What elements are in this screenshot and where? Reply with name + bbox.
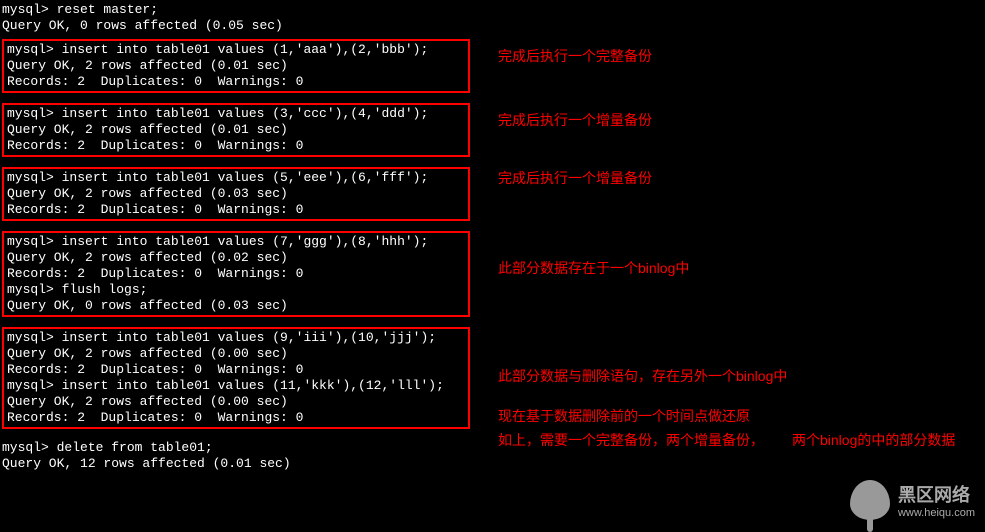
terminal-line: Query OK, 2 rows affected (0.01 sec) — [7, 122, 465, 138]
annotation-7a: 如上，需要一个完整备份，两个增量备份， — [498, 430, 764, 450]
terminal-line: Records: 2 Duplicates: 0 Warnings: 0 — [7, 138, 465, 154]
terminal-line: Query OK, 2 rows affected (0.02 sec) — [7, 250, 465, 266]
terminal-line: mysql> reset master; — [2, 2, 983, 18]
watermark-url: www.heiqu.com — [898, 507, 975, 519]
terminal-line: Query OK, 12 rows affected (0.01 sec) — [2, 456, 983, 472]
terminal-line: mysql> insert into table01 values (3,'cc… — [7, 106, 465, 122]
highlight-box-4: mysql> insert into table01 values (7,'gg… — [2, 231, 470, 317]
annotation-2: 完成后执行一个增量备份 — [498, 110, 652, 130]
annotation-5: 此部分数据与删除语句，存在另外一个binlog中 — [498, 366, 787, 386]
watermark-title: 黑区网络 — [898, 481, 975, 507]
terminal-line: mysql> flush logs; — [7, 282, 465, 298]
highlight-box-3: mysql> insert into table01 values (5,'ee… — [2, 167, 470, 221]
terminal-line: mysql> insert into table01 values (11,'k… — [7, 378, 465, 394]
annotation-7b: 两个binlog的中的部分数据 — [792, 430, 955, 450]
terminal-line: Query OK, 2 rows affected (0.00 sec) — [7, 394, 465, 410]
annotation-6: 现在基于数据删除前的一个时间点做还原 — [498, 406, 750, 426]
mushroom-icon — [850, 480, 890, 520]
annotation-3: 完成后执行一个增量备份 — [498, 168, 652, 188]
terminal-line: Query OK, 0 rows affected (0.03 sec) — [7, 298, 465, 314]
watermark: 黑区网络 www.heiqu.com — [850, 480, 975, 520]
terminal-line: Query OK, 0 rows affected (0.05 sec) — [2, 18, 983, 34]
highlight-box-5: mysql> insert into table01 values (9,'ii… — [2, 327, 470, 429]
highlight-box-2: mysql> insert into table01 values (3,'cc… — [2, 103, 470, 157]
terminal-line: Records: 2 Duplicates: 0 Warnings: 0 — [7, 202, 465, 218]
terminal-line: Records: 2 Duplicates: 0 Warnings: 0 — [7, 266, 465, 282]
annotation-1: 完成后执行一个完整备份 — [498, 46, 652, 66]
highlight-box-1: mysql> insert into table01 values (1,'aa… — [2, 39, 470, 93]
terminal-line: mysql> insert into table01 values (5,'ee… — [7, 170, 465, 186]
terminal-line: mysql> insert into table01 values (9,'ii… — [7, 330, 465, 346]
terminal-line: Query OK, 2 rows affected (0.03 sec) — [7, 186, 465, 202]
terminal-line: mysql> insert into table01 values (1,'aa… — [7, 42, 465, 58]
terminal-line: Records: 2 Duplicates: 0 Warnings: 0 — [7, 362, 465, 378]
terminal-line: Query OK, 2 rows affected (0.00 sec) — [7, 346, 465, 362]
annotation-4: 此部分数据存在于一个binlog中 — [498, 258, 689, 278]
terminal-line: Query OK, 2 rows affected (0.01 sec) — [7, 58, 465, 74]
terminal-line: Records: 2 Duplicates: 0 Warnings: 0 — [7, 74, 465, 90]
terminal-line: mysql> insert into table01 values (7,'gg… — [7, 234, 465, 250]
terminal-line: Records: 2 Duplicates: 0 Warnings: 0 — [7, 410, 465, 426]
